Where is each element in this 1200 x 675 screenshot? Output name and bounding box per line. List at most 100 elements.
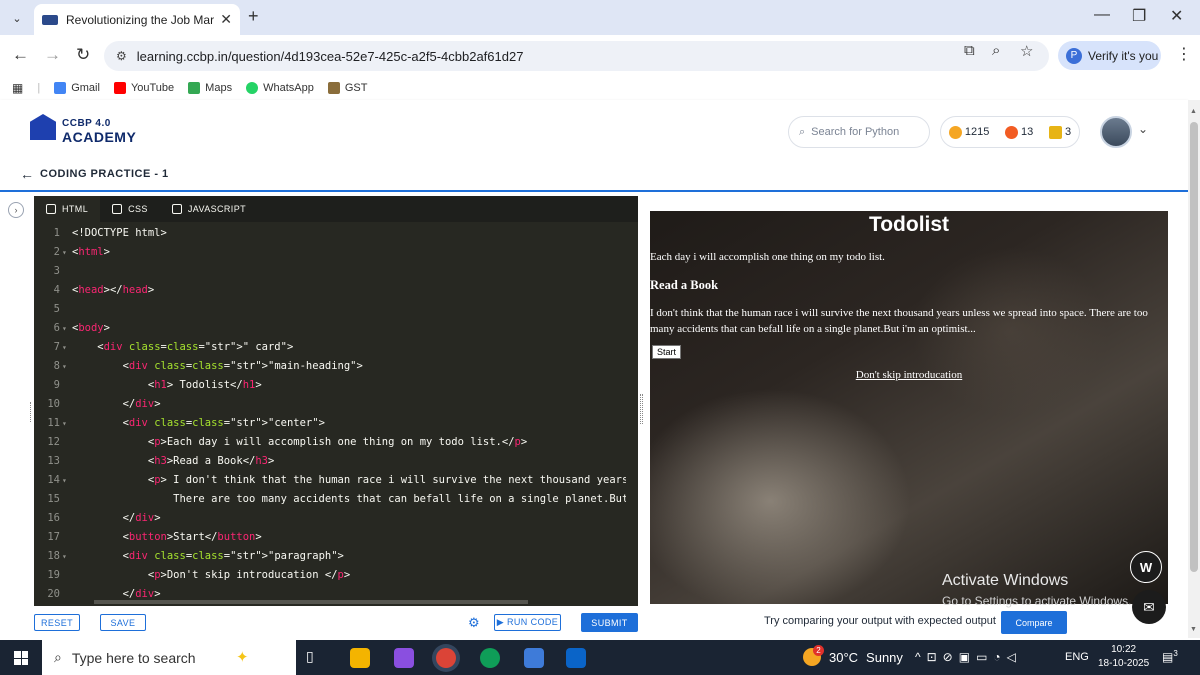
- taskbar-search-input[interactable]: ⌕ Type here to search: [42, 640, 296, 675]
- address-url: learning.ccbp.in/question/4d193cea-52e7-…: [136, 48, 524, 64]
- code-line[interactable]: 8 ▾ <div class=class="str">"main-heading"…: [34, 357, 634, 376]
- activate-windows-title: Activate Windows: [942, 572, 1069, 589]
- coins-stat: 1215: [948, 125, 989, 139]
- weather-widget[interactable]: 2 30°C Sunny: [803, 645, 903, 666]
- system-tray-icons[interactable]: ^⊡⊘▣▭◔◁: [915, 650, 1022, 664]
- close-window-icon[interactable]: ✕: [1170, 6, 1183, 26]
- w-logo-icon[interactable]: W: [1130, 551, 1162, 583]
- edge-icon[interactable]: [480, 648, 500, 668]
- store-icon[interactable]: [524, 648, 544, 668]
- code-line[interactable]: 2 ▾ <html>: [34, 243, 634, 262]
- code-line[interactable]: 5: [34, 300, 634, 319]
- install-app-icon[interactable]: ⧉: [964, 42, 975, 59]
- fold-arrow-icon[interactable]: ▾: [62, 319, 67, 338]
- browser-tab-active[interactable]: Revolutionizing the Job Market ✕: [34, 4, 240, 35]
- code-line[interactable]: 12 <p>Each day i will accomplish one thi…: [34, 433, 634, 452]
- forward-arrow-icon[interactable]: →: [44, 45, 61, 65]
- code-line[interactable]: 11 ▾ <div class=class="str">"center">: [34, 414, 634, 433]
- tab-search-chevron-icon[interactable]: ⌄: [6, 7, 28, 29]
- new-tab-button[interactable]: +: [248, 6, 259, 27]
- line-number: 18: [47, 550, 60, 562]
- clock[interactable]: 10:22 18-10-2025: [1098, 643, 1149, 671]
- address-bar[interactable]: ⚙ learning.ccbp.in/question/4d193cea-52e…: [104, 41, 1049, 71]
- bookmark-whatsapp[interactable]: WhatsApp: [246, 82, 314, 94]
- tab-javascript[interactable]: JAVASCRIPT: [160, 196, 258, 222]
- windows-start-icon[interactable]: [14, 651, 28, 665]
- reset-button[interactable]: RESET: [34, 614, 80, 631]
- code-line[interactable]: 6 ▾ <body>: [34, 319, 634, 338]
- editor-horizontal-scrollbar[interactable]: [94, 600, 528, 604]
- ccbp-logo-icon[interactable]: [30, 114, 56, 140]
- zoom-icon[interactable]: ⌕: [992, 42, 1000, 59]
- preview-start-button[interactable]: Start: [652, 345, 682, 359]
- back-arrow-icon[interactable]: ←: [12, 45, 29, 65]
- tab-css[interactable]: CSS: [100, 196, 160, 222]
- expand-panel-icon[interactable]: ›: [8, 202, 24, 218]
- outlook-icon[interactable]: [566, 648, 586, 668]
- minimize-icon[interactable]: —: [1094, 6, 1110, 24]
- restore-icon[interactable]: ❐: [1132, 6, 1146, 26]
- bookmark-gst[interactable]: GST: [327, 82, 367, 94]
- code-lines[interactable]: 1 <!DOCTYPE html> 2 ▾ <html> 3 4 <head></head> 5…: [34, 224, 634, 604]
- chrome-icon[interactable]: [436, 648, 456, 668]
- code-line[interactable]: 13 <h3>Read a Book</h3>: [34, 452, 634, 471]
- line-number: 16: [47, 512, 60, 524]
- gear-icon[interactable]: ⚙: [468, 615, 480, 631]
- code-line[interactable]: 7 ▾ <div class=class="str">" card">: [34, 338, 634, 357]
- language-indicator[interactable]: ENG: [1065, 651, 1089, 663]
- fold-arrow-icon[interactable]: ▾: [62, 547, 67, 566]
- app-search-input[interactable]: ⌕ Search for Python: [788, 116, 930, 148]
- chevron-down-icon[interactable]: ⌄: [1138, 122, 1148, 136]
- task-view-icon[interactable]: ▯: [306, 648, 326, 668]
- user-stats[interactable]: 1215 13 3: [940, 116, 1080, 148]
- apps-grid-icon[interactable]: ▦: [12, 81, 23, 95]
- code-line[interactable]: 17 <button>Start</button>: [34, 528, 634, 547]
- code-line[interactable]: 16 </div>: [34, 509, 634, 528]
- fold-arrow-icon[interactable]: ▾: [62, 243, 67, 262]
- verify-profile-button[interactable]: P Verify it's you: [1058, 41, 1161, 70]
- split-resize-handle[interactable]: [640, 394, 643, 424]
- scroll-up-icon[interactable]: ▲: [1190, 108, 1197, 115]
- copilot-app-icon[interactable]: [394, 648, 414, 668]
- bookmark-maps[interactable]: Maps: [188, 82, 232, 94]
- bookmark-star-icon[interactable]: ☆: [1020, 42, 1033, 60]
- bookmark-youtube[interactable]: YouTube: [113, 82, 174, 94]
- code-line[interactable]: 4 <head></head>: [34, 281, 634, 300]
- code-line[interactable]: 15 There are too many accidents that can…: [34, 490, 634, 509]
- run-code-button[interactable]: ▶ RUN CODE: [494, 614, 561, 631]
- code-line[interactable]: 10 </div>: [34, 395, 634, 414]
- trophy-stat: 3: [1048, 125, 1071, 139]
- compare-button[interactable]: Compare: [1001, 611, 1067, 634]
- fold-arrow-icon[interactable]: ▾: [62, 471, 67, 490]
- fold-arrow-icon[interactable]: ▾: [62, 338, 67, 357]
- copilot-sparkle-icon[interactable]: ✦: [236, 648, 256, 668]
- file-explorer-icon[interactable]: [350, 648, 370, 668]
- scroll-down-icon[interactable]: ▼: [1190, 626, 1197, 633]
- left-resize-handle[interactable]: [30, 402, 33, 422]
- avatar[interactable]: [1100, 116, 1132, 148]
- code-line[interactable]: 3: [34, 262, 634, 281]
- line-number: 2: [53, 246, 60, 258]
- trophy-icon: [1048, 125, 1062, 139]
- submit-button[interactable]: SUBMIT: [581, 613, 638, 632]
- save-button[interactable]: SAVE: [100, 614, 146, 631]
- bookmark-gmail[interactable]: Gmail: [54, 82, 100, 94]
- tab-html[interactable]: HTML: [34, 196, 101, 222]
- code-line[interactable]: 18 ▾ <div class=class="str">"paragraph">: [34, 547, 634, 566]
- page-scroll-thumb[interactable]: [1190, 122, 1198, 572]
- code-line[interactable]: 19 <p>Don't skip introducation </p>: [34, 566, 634, 585]
- fold-arrow-icon[interactable]: ▾: [62, 414, 67, 433]
- reload-icon[interactable]: ↻: [76, 45, 90, 65]
- fold-arrow-icon[interactable]: ▾: [62, 357, 67, 376]
- back-arrow-icon[interactable]: ←: [20, 166, 34, 182]
- tab-close-icon[interactable]: ✕: [220, 11, 232, 28]
- code-line[interactable]: 9 <h1> Todolist</h1>: [34, 376, 634, 395]
- page-scrollbar[interactable]: ▲ ▼: [1188, 100, 1200, 638]
- browser-menu-icon[interactable]: ⋮: [1176, 44, 1192, 64]
- code-line[interactable]: 1 <!DOCTYPE html>: [34, 224, 634, 243]
- site-info-icon[interactable]: ⚙: [116, 49, 127, 63]
- chat-bubble-icon[interactable]: ✉: [1132, 590, 1166, 624]
- code-line[interactable]: 14 ▾ <p> I don't think that the human rac…: [34, 471, 634, 490]
- notification-icon[interactable]: ▤3: [1162, 649, 1178, 664]
- code-editor[interactable]: HTML CSS JAVASCRIPT 1 <!DOCTYPE html> 2 ▾ <h…: [34, 196, 672, 606]
